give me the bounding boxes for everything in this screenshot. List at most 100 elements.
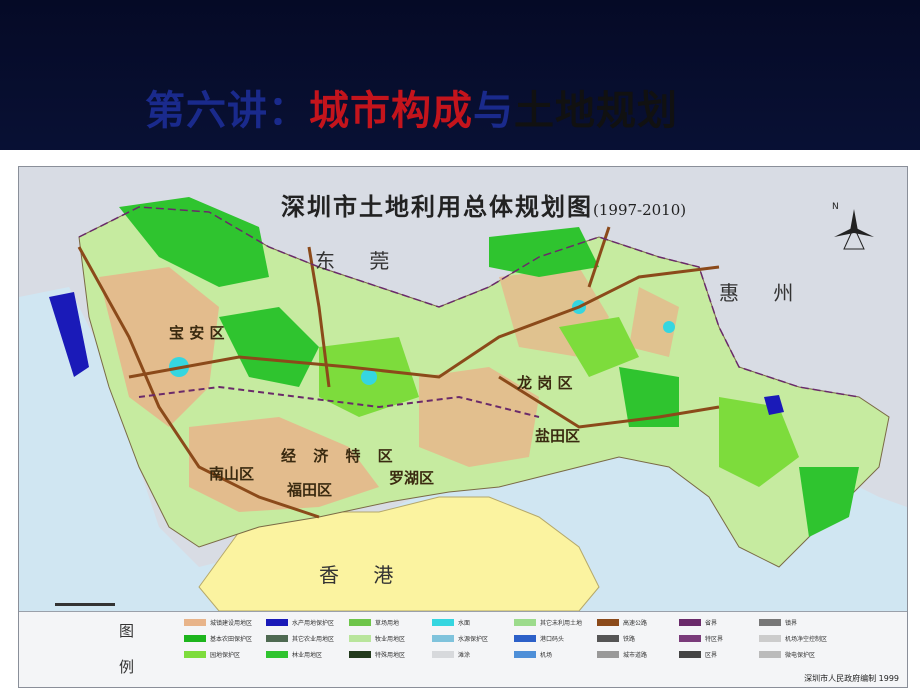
- legend-label: 城市道路: [623, 652, 648, 659]
- place-dongguan: 东 莞: [315, 249, 404, 273]
- legend-swatch: [514, 619, 536, 626]
- title-part-2: 城市构成: [309, 88, 473, 134]
- legend-item: 特殊用地区: [349, 650, 405, 659]
- legend-label-top: 图: [119, 622, 135, 640]
- legend-label: 林业用地区: [292, 652, 323, 659]
- legend-swatch: [432, 651, 454, 658]
- legend-label: 省界: [705, 620, 718, 627]
- legend-swatch: [514, 651, 536, 658]
- legend-item: 港口码头: [514, 634, 564, 643]
- legend-swatch: [597, 635, 619, 642]
- legend-label: 铁路: [623, 636, 636, 643]
- legend-item: 其它未利用土地: [514, 618, 582, 627]
- legend-item: 机场: [514, 650, 552, 659]
- title-bar: 第六讲：城市构成与土地规划: [0, 0, 920, 150]
- legend-swatch: [184, 651, 206, 658]
- legend-swatch: [679, 635, 701, 642]
- legend-item: 滩涂: [432, 650, 470, 659]
- legend-label: 草场用地: [375, 620, 400, 627]
- legend-swatch: [759, 619, 781, 626]
- legend-label: 特殊用地区: [375, 652, 406, 659]
- slide: 第六讲：城市构成与土地规划 深圳市土地利用总体规划图(1997-2010) 东 …: [0, 0, 920, 691]
- legend-swatch: [184, 635, 206, 642]
- legend-label: 机场: [540, 652, 553, 659]
- legend-label: 水产用地保护区: [292, 620, 335, 627]
- map-title-text: 深圳市土地利用总体规划图: [281, 192, 593, 221]
- legend-label: 牧业用地区: [375, 636, 406, 643]
- map-title: 深圳市土地利用总体规划图(1997-2010): [281, 187, 686, 222]
- legend-item: 基本农田保护区: [184, 634, 252, 643]
- legend-swatch: [679, 651, 701, 658]
- legend-label: 微电保护区: [785, 652, 816, 659]
- legend-item: 水产用地保护区: [266, 618, 334, 627]
- legend-swatch: [597, 619, 619, 626]
- legend-item: 特区界: [679, 634, 723, 643]
- legend-label: 滩涂: [458, 652, 471, 659]
- legend-swatch: [514, 635, 536, 642]
- legend-label: 园地保护区: [210, 652, 241, 659]
- legend-swatch: [759, 651, 781, 658]
- legend-label: 港口码头: [540, 636, 565, 643]
- legend-label-bottom: 例: [119, 658, 135, 676]
- map-credit: 深圳市人民政府编制 1999: [804, 674, 899, 683]
- legend-item: 铁路: [597, 634, 635, 643]
- legend-item: 城市道路: [597, 650, 647, 659]
- district-baoan: 宝 安 区: [169, 324, 225, 342]
- legend-item: 林业用地区: [266, 650, 322, 659]
- legend-swatch: [759, 635, 781, 642]
- slide-title: 第六讲：城市构成与土地规划: [145, 78, 678, 136]
- legend-swatch: [349, 619, 371, 626]
- legend-label: 水源保护区: [458, 636, 489, 643]
- district-special-zone: 经 济 特 区: [281, 447, 399, 465]
- legend-label: 基本农田保护区: [210, 636, 253, 643]
- legend-item: 水面: [432, 618, 470, 627]
- legend-swatch: [266, 635, 288, 642]
- legend-label: 城镇建设用地区: [210, 620, 253, 627]
- land-use-map: 深圳市土地利用总体规划图(1997-2010) 东 莞 惠 州 香 港 宝 安 …: [18, 166, 908, 688]
- legend-swatch: [432, 635, 454, 642]
- legend-swatch: [432, 619, 454, 626]
- legend-item: 高速公路: [597, 618, 647, 627]
- legend-label: 其它农业用地区: [292, 636, 335, 643]
- map-legend: 图 例 城镇建设用地区 基本农田保护区 园地保护区 水产用地保护区 其它农业用地区 林业用…: [19, 611, 907, 687]
- legend-swatch: [266, 651, 288, 658]
- legend-item: 园地保护区: [184, 650, 240, 659]
- legend-item: 镇界: [759, 618, 797, 627]
- legend-label: 特区界: [705, 636, 724, 643]
- district-futian: 福田区: [287, 481, 333, 499]
- legend-item: 牧业用地区: [349, 634, 405, 643]
- district-yantian: 盐田区: [535, 427, 581, 445]
- district-nanshan: 南山区: [209, 465, 255, 483]
- legend-swatch: [184, 619, 206, 626]
- legend-swatch: [349, 635, 371, 642]
- legend-item: 草场用地: [349, 618, 399, 627]
- title-part-3: 与: [473, 88, 514, 134]
- place-huizhou: 惠 州: [719, 281, 808, 305]
- legend-item: 省界: [679, 618, 717, 627]
- district-longgang: 龙 岗 区: [517, 374, 573, 392]
- legend-label: 高速公路: [623, 620, 648, 627]
- map-title-years: (1997-2010): [593, 201, 687, 219]
- map-image: 深圳市土地利用总体规划图(1997-2010) 东 莞 惠 州 香 港 宝 安 …: [0, 150, 920, 691]
- legend-item: 微电保护区: [759, 650, 815, 659]
- legend-swatch: [679, 619, 701, 626]
- legend-label: 机场净空控制区: [785, 636, 828, 643]
- legend-item: 城镇建设用地区: [184, 618, 252, 627]
- north-arrow-icon: N: [832, 202, 874, 250]
- place-hongkong: 香 港: [319, 563, 408, 587]
- svg-text:N: N: [832, 202, 839, 212]
- legend-item: 机场净空控制区: [759, 634, 827, 643]
- map-graphic: [19, 167, 907, 612]
- legend-label: 镇界: [785, 620, 798, 627]
- legend-swatch: [266, 619, 288, 626]
- legend-swatch: [349, 651, 371, 658]
- legend-item: 区界: [679, 650, 717, 659]
- legend-label: 其它未利用土地: [540, 620, 583, 627]
- title-part-1: 第六讲：: [145, 88, 309, 134]
- legend-label: 区界: [705, 652, 718, 659]
- legend-item: 其它农业用地区: [266, 634, 334, 643]
- legend-item: 水源保护区: [432, 634, 488, 643]
- title-part-4: 土地规划: [514, 88, 678, 134]
- district-luohu: 罗湖区: [389, 469, 435, 487]
- legend-label: 水面: [458, 620, 471, 627]
